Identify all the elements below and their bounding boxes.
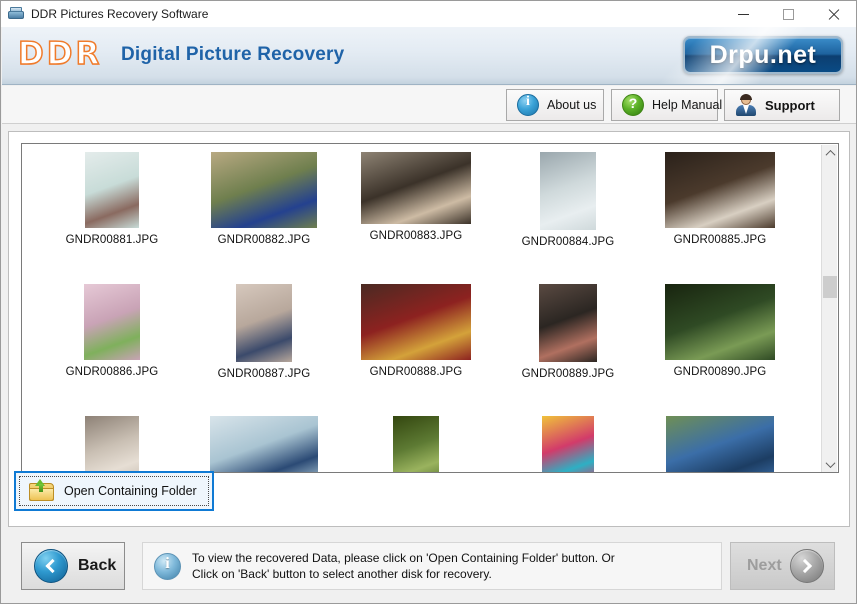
thumbnail-item[interactable]: GNDR00882.JPG [188, 152, 340, 276]
thumbnail-image [84, 284, 140, 360]
thumbnail-item[interactable]: GNDR00888.JPG [340, 284, 492, 408]
thumbnail-item[interactable]: GNDR00881.JPG [36, 152, 188, 276]
thumbnail-image [393, 416, 439, 472]
about-us-button[interactable]: About us [506, 89, 604, 121]
thumbnail-item[interactable]: GNDR00884.JPG [492, 152, 644, 276]
info-icon [517, 94, 539, 116]
thumbnail-item[interactable]: GNDR00886.JPG [36, 284, 188, 408]
thumbnail-grid: GNDR00881.JPG GNDR00882.JPG GNDR00883.JPG G… [22, 144, 823, 472]
open-containing-folder-button[interactable]: Open Containing Folder [14, 471, 214, 511]
back-label: Back [78, 557, 117, 574]
thumbnail-image [361, 284, 471, 360]
thumbnail-image [542, 416, 594, 472]
close-icon [827, 8, 840, 21]
thumbnail-filename: GNDR00884.JPG [521, 236, 615, 248]
thumbnail-image [85, 152, 139, 228]
thumbnail-item[interactable] [188, 416, 340, 472]
thumbnail-filename: GNDR00890.JPG [673, 366, 767, 378]
next-arrow-icon [789, 549, 824, 583]
person-icon [735, 94, 757, 116]
thumbnail-item[interactable]: GNDR00885.JPG [644, 152, 796, 276]
support-label: Support [765, 97, 815, 113]
thumbnail-filename: GNDR00888.JPG [369, 366, 463, 378]
title-bar: DDR Pictures Recovery Software [1, 1, 856, 27]
thumbnail-filename: GNDR00882.JPG [217, 234, 311, 246]
thumbnail-filename: GNDR00885.JPG [673, 234, 767, 246]
about-us-label: About us [547, 98, 597, 112]
minimize-icon [738, 13, 749, 15]
help-manual-label: Help Manual [652, 98, 723, 112]
thumbnail-item[interactable]: GNDR00889.JPG [492, 284, 644, 408]
thumbnail-item[interactable] [340, 416, 492, 472]
thumbnail-filename: GNDR00881.JPG [65, 234, 159, 246]
maximize-icon [783, 8, 794, 20]
window-title: DDR Pictures Recovery Software [31, 7, 209, 21]
question-icon [622, 94, 644, 116]
drpu-brand-badge[interactable]: Drpu.net [683, 36, 843, 74]
window-controls [721, 1, 856, 27]
thumbnail-filename: GNDR00886.JPG [65, 366, 159, 378]
thumbnail-item[interactable]: GNDR00890.JPG [644, 284, 796, 408]
application-window: DDR Pictures Recovery Software DDR Digit… [0, 0, 857, 604]
thumbnail-image [85, 416, 139, 472]
close-button[interactable] [811, 1, 856, 27]
thumbnail-image [666, 416, 774, 472]
drpu-brand-label: Drpu.net [709, 40, 817, 69]
thumbnail-item[interactable]: GNDR00887.JPG [188, 284, 340, 408]
thumbnail-image [665, 152, 775, 228]
thumbnail-image [211, 152, 317, 228]
minimize-button[interactable] [721, 1, 766, 27]
app-header: DDR Digital Picture Recovery Drpu.net [2, 27, 856, 85]
app-title: Digital Picture Recovery [121, 44, 345, 65]
ddr-logo: DDR [17, 35, 103, 73]
thumbnail-image [539, 284, 597, 362]
scrollbar-thumb[interactable] [823, 276, 837, 298]
next-label: Next [747, 557, 782, 574]
help-manual-button[interactable]: Help Manual [611, 89, 722, 121]
open-containing-folder-label: Open Containing Folder [64, 484, 197, 498]
toolbar: About us Help Manual Support [2, 86, 856, 124]
thumbnail-item[interactable]: GNDR00883.JPG [340, 152, 492, 276]
status-message-box: To view the recovered Data, please click… [142, 542, 722, 590]
info-icon [154, 552, 181, 580]
thumbnail-filename: GNDR00883.JPG [369, 230, 463, 242]
thumbnail-image [236, 284, 292, 362]
thumbnail-filename: GNDR00887.JPG [217, 368, 311, 380]
status-message: To view the recovered Data, please click… [192, 550, 615, 582]
recovered-files-list[interactable]: GNDR00881.JPG GNDR00882.JPG GNDR00883.JPG G… [21, 143, 839, 473]
thumbnail-image [210, 416, 318, 472]
scanner-icon [8, 6, 24, 22]
status-message-line2: Click on 'Back' button to select another… [192, 567, 492, 581]
next-button[interactable]: Next [730, 542, 835, 590]
back-button[interactable]: Back [21, 542, 125, 590]
folder-upload-icon [29, 479, 55, 502]
thumbnail-item[interactable] [644, 416, 796, 472]
thumbnail-item[interactable] [36, 416, 188, 472]
thumbnail-item[interactable] [492, 416, 644, 472]
thumbnail-image [540, 152, 596, 230]
footer-bar: Back To view the recovered Data, please … [1, 532, 856, 603]
thumbnail-filename: GNDR00889.JPG [521, 368, 615, 380]
vertical-scrollbar[interactable] [821, 145, 838, 472]
thumbnail-image [665, 284, 775, 360]
scroll-up-icon[interactable] [822, 145, 838, 162]
maximize-button[interactable] [766, 1, 811, 27]
results-panel: GNDR00881.JPG GNDR00882.JPG GNDR00883.JPG G… [8, 131, 850, 527]
back-arrow-icon [34, 549, 68, 583]
status-message-line1: To view the recovered Data, please click… [192, 551, 615, 565]
thumbnail-image [361, 152, 471, 224]
support-button[interactable]: Support [724, 89, 840, 121]
scroll-down-icon[interactable] [822, 456, 838, 472]
